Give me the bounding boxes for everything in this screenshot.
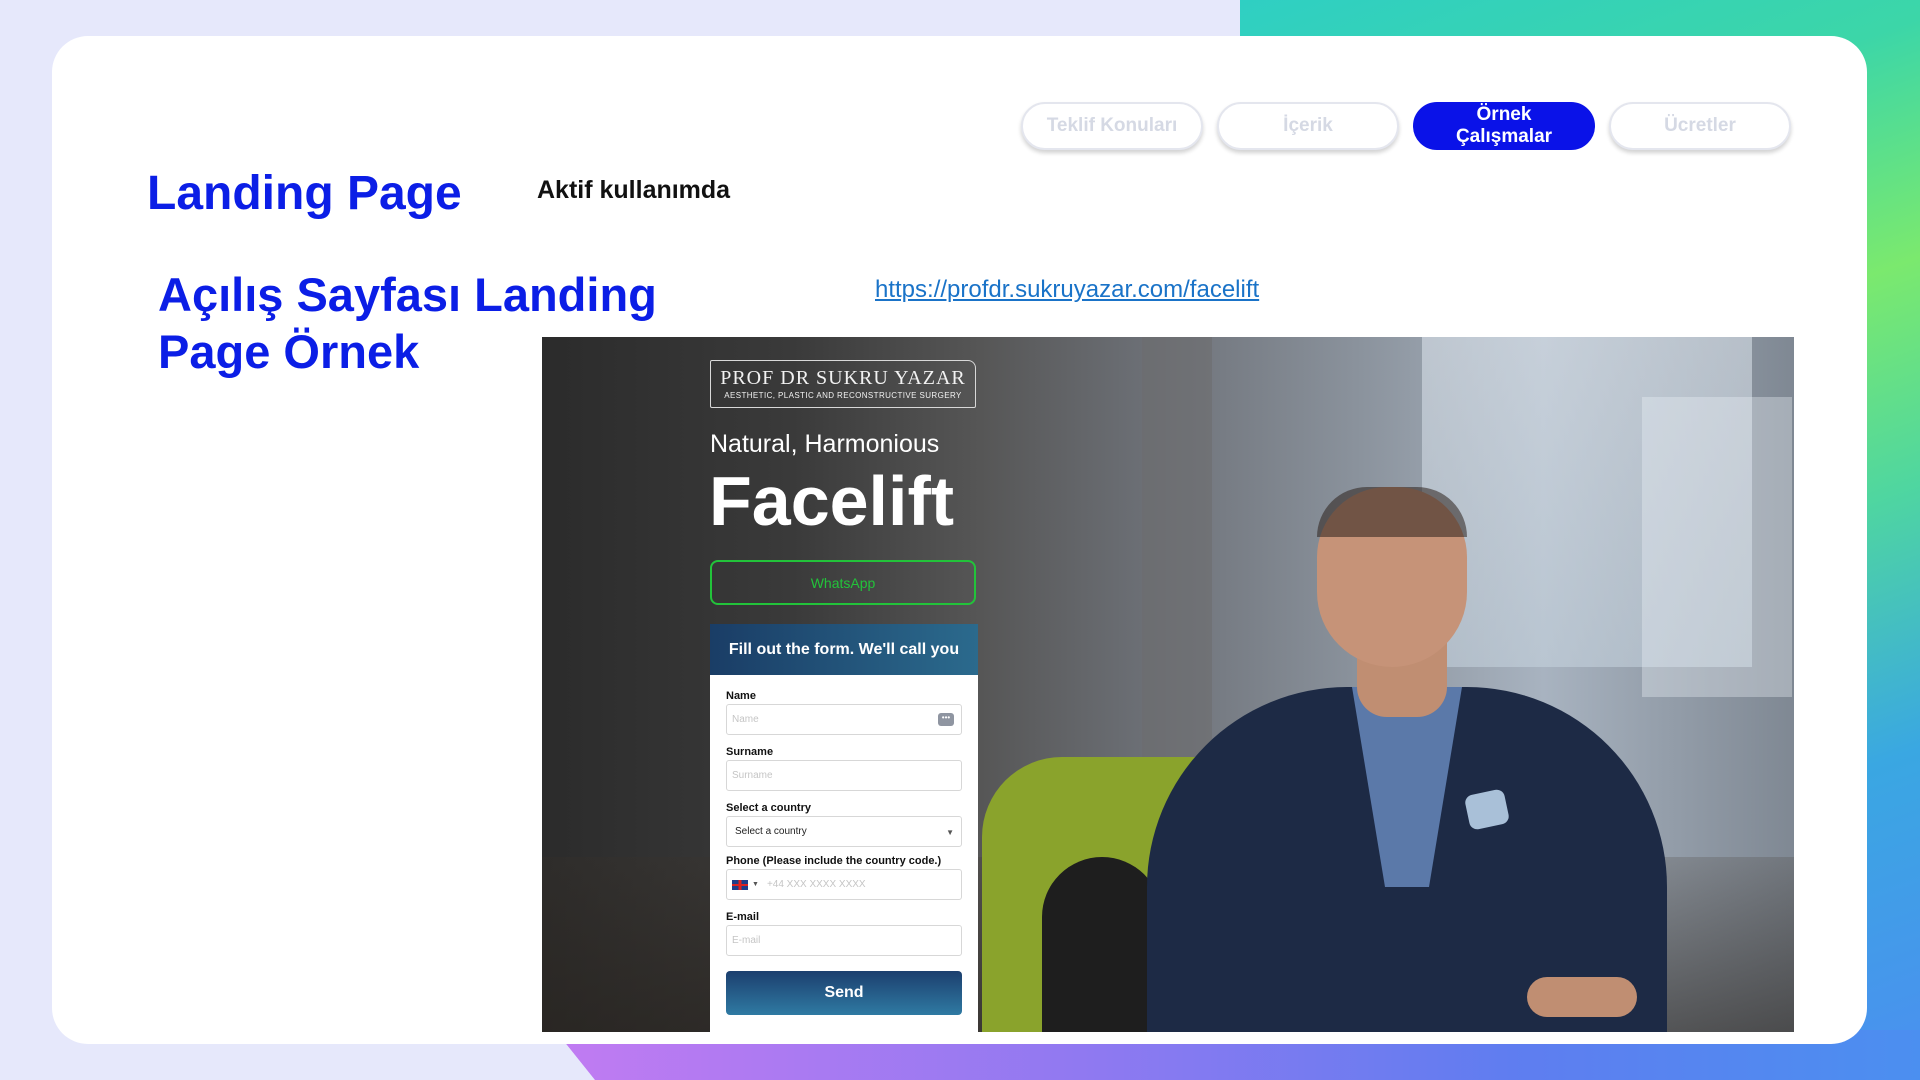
name-label: Name: [726, 690, 756, 702]
email-field[interactable]: E-mail: [726, 925, 962, 956]
chevron-down-icon: ▼: [752, 881, 759, 888]
status-text: Aktif kullanımda: [537, 176, 731, 204]
surname-field[interactable]: Surname: [726, 760, 962, 791]
landing-page-screenshot: PROF DR SUKRU YAZAR AESTHETIC, PLASTIC A…: [542, 337, 1794, 1032]
logo-main-text: PROF DR SUKRU YAZAR: [720, 367, 966, 389]
tab-ornek-calismalar[interactable]: Örnek Çalışmalar: [1413, 102, 1595, 150]
email-label: E-mail: [726, 911, 760, 923]
callback-form: Fill out the form. We'll call you Name N…: [710, 624, 978, 1032]
brand-logo: PROF DR SUKRU YAZAR AESTHETIC, PLASTIC A…: [710, 360, 976, 408]
chevron-down-icon: ▼: [946, 828, 954, 837]
country-label: Select a country: [726, 802, 811, 814]
send-label: Send: [824, 984, 864, 1001]
phone-placeholder: +44 XXX XXXX XXXX: [766, 879, 866, 890]
landing-page-link[interactable]: https://profdr.sukruyazar.com/facelift: [875, 276, 1259, 304]
background-window: [1642, 397, 1792, 697]
whatsapp-label: WhatsApp: [810, 574, 876, 591]
autofill-icon: •••: [938, 713, 954, 726]
armchair-arm: [1042, 857, 1162, 1032]
phone-field[interactable]: ▼ +44 XXX XXXX XXXX: [726, 869, 962, 900]
tab-teklif-konulari[interactable]: Teklif Konuları: [1021, 102, 1203, 150]
hero-subtitle: Natural, Harmonious: [710, 430, 940, 458]
slide-card: Teklif Konuları İçerik Örnek Çalışmalar …: [52, 36, 1867, 1044]
tab-ucretler[interactable]: Ücretler: [1609, 102, 1791, 150]
country-select[interactable]: Select a country ▼: [726, 816, 962, 847]
tab-icerik[interactable]: İçerik: [1217, 102, 1399, 150]
name-placeholder: Name: [732, 714, 759, 725]
send-button[interactable]: Send: [726, 971, 962, 1015]
tab-label: İçerik: [1283, 115, 1333, 136]
uk-flag-icon[interactable]: [732, 879, 748, 890]
person-hair: [1317, 487, 1467, 537]
hero-title: Facelift: [709, 462, 955, 540]
surname-placeholder: Surname: [732, 770, 773, 781]
name-field[interactable]: Name •••: [726, 704, 962, 735]
form-heading: Fill out the form. We'll call you: [710, 624, 978, 675]
tab-label: Ücretler: [1664, 115, 1736, 136]
phone-label: Phone (Please include the country code.): [726, 855, 942, 867]
surname-label: Surname: [726, 746, 774, 758]
country-value: Select a country: [735, 826, 807, 837]
person-hands: [1527, 977, 1637, 1017]
whatsapp-button[interactable]: WhatsApp: [710, 560, 976, 605]
tab-label: Örnek Çalışmalar: [1455, 104, 1553, 147]
tab-label: Teklif Konuları: [1046, 115, 1178, 136]
logo-sub-text: AESTHETIC, PLASTIC AND RECONSTRUCTIVE SU…: [724, 391, 962, 400]
email-placeholder: E-mail: [732, 935, 761, 946]
page-title: Landing Page: [147, 167, 462, 220]
